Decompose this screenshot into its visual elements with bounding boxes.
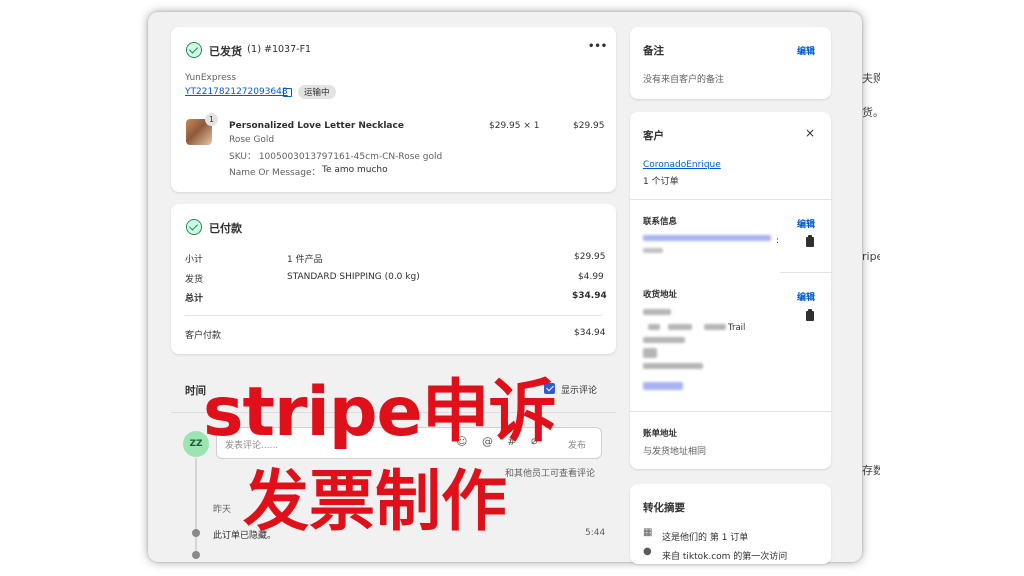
timeline-date: 昨天: [213, 505, 232, 515]
redacted-address-line: [668, 324, 692, 330]
payment-divider: [185, 315, 602, 316]
redacted-address-line: [643, 309, 671, 315]
calendar-icon: ▦: [643, 527, 653, 538]
edge-fragment: 存数: [862, 464, 880, 477]
notes-title: 备注: [643, 45, 664, 57]
customer-paid-amount: $34.94: [574, 328, 606, 338]
more-actions-button[interactable]: •••: [588, 41, 607, 52]
timeline-dot: [192, 529, 200, 537]
timeline-rail: [195, 458, 197, 558]
tracking-number-link[interactable]: YT2217821272093648: [185, 87, 288, 97]
redacted-map-link[interactable]: [643, 382, 683, 390]
billing-address-body: 与发货地址相同: [643, 447, 707, 457]
total-amount: $34.94: [572, 291, 607, 301]
redacted-address-line: [643, 348, 657, 358]
billing-address-title: 账单地址: [643, 429, 678, 439]
shipping-label: 发货: [185, 275, 204, 285]
redacted-address-line: [648, 324, 660, 330]
close-icon[interactable]: ×: [805, 126, 815, 140]
subtotal-amount: $29.95: [574, 252, 606, 262]
info-icon: ●: [643, 546, 652, 557]
timeline-event-time: 5:44: [585, 528, 606, 538]
copy-email-icon[interactable]: [806, 235, 814, 247]
external-link-icon[interactable]: [283, 88, 292, 97]
contact-divider: [780, 272, 831, 273]
conversion-order-line: 这是他们的 第 1 订单: [662, 533, 749, 543]
contact-edit-button[interactable]: 编辑: [797, 217, 815, 230]
billing-divider: [630, 411, 831, 412]
overlay-title-line1: stripe申诉: [203, 373, 557, 452]
edge-fragment: ripe: [862, 250, 880, 263]
message-label: Name Or Message：: [229, 168, 321, 178]
fulfillment-title: 已发货: [209, 45, 242, 58]
redacted-email: [643, 235, 771, 241]
payment-title: 已付款: [209, 222, 242, 235]
total-label: 总计: [185, 294, 204, 304]
conversion-title: 转化摘要: [643, 502, 685, 514]
edge-fragment: 夫购: [862, 72, 880, 85]
customer-paid-label: 客户付款: [185, 331, 222, 341]
quantity-badge: 1: [205, 113, 218, 126]
fulfillment-count: (1): [247, 44, 262, 55]
fulfilled-check-icon: [186, 42, 202, 58]
redacted-address-line: [704, 324, 726, 330]
visibility-note: 和其他员工可查看评论: [505, 469, 596, 479]
product-name[interactable]: Personalized Love Letter Necklace: [229, 121, 404, 131]
notes-edit-button[interactable]: 编辑: [797, 44, 815, 57]
subtotal-desc: 1 件产品: [287, 255, 323, 265]
notes-body: 没有来自客户的备注: [643, 75, 725, 85]
in-transit-badge: 运输中: [298, 85, 336, 99]
product-sku: SKU： 1005003013797161-45cm-CN-Rose gold: [229, 152, 443, 162]
overlay-title-line2: 发票制作: [243, 463, 507, 540]
message-value: Te amo mucho: [322, 165, 388, 175]
redacted-address-line: [643, 337, 685, 343]
unit-price: $29.95 × 1: [489, 121, 540, 131]
contact-colon: :: [776, 236, 780, 246]
copy-address-icon[interactable]: [806, 309, 814, 321]
conversion-visit-line: 来自 tiktok.com 的第一次访问: [662, 552, 788, 562]
subtotal-label: 小计: [185, 255, 204, 265]
shipping-amount: $4.99: [578, 272, 604, 282]
show-comments-label[interactable]: 显示评论: [561, 383, 597, 396]
customer-title: 客户: [643, 130, 664, 142]
carrier-name: YunExpress: [185, 73, 237, 83]
customer-divider: [630, 199, 831, 200]
timeline-dot: [192, 551, 200, 559]
line-total: $29.95: [573, 121, 605, 131]
shipping-desc: STANDARD SHIPPING (0.0 kg): [287, 272, 420, 282]
fulfillment-order-id: #1037-F1: [264, 44, 312, 55]
product-variant: Rose Gold: [229, 135, 275, 145]
shipping-edit-button[interactable]: 编辑: [797, 290, 815, 303]
redacted-address-line: [643, 363, 703, 369]
notes-card: [630, 27, 831, 99]
edge-fragment: 货。: [862, 106, 880, 119]
customer-order-count: 1 个订单: [643, 177, 679, 187]
shipping-address-title: 收货地址: [643, 290, 678, 300]
redacted-phone: [643, 248, 663, 253]
post-button[interactable]: 发布: [568, 438, 586, 451]
paid-check-icon: [186, 219, 202, 235]
customer-name-link[interactable]: CoronadoEnrique: [643, 160, 721, 170]
address-fragment: Trail: [728, 323, 746, 333]
contact-title: 联系信息: [643, 217, 678, 227]
